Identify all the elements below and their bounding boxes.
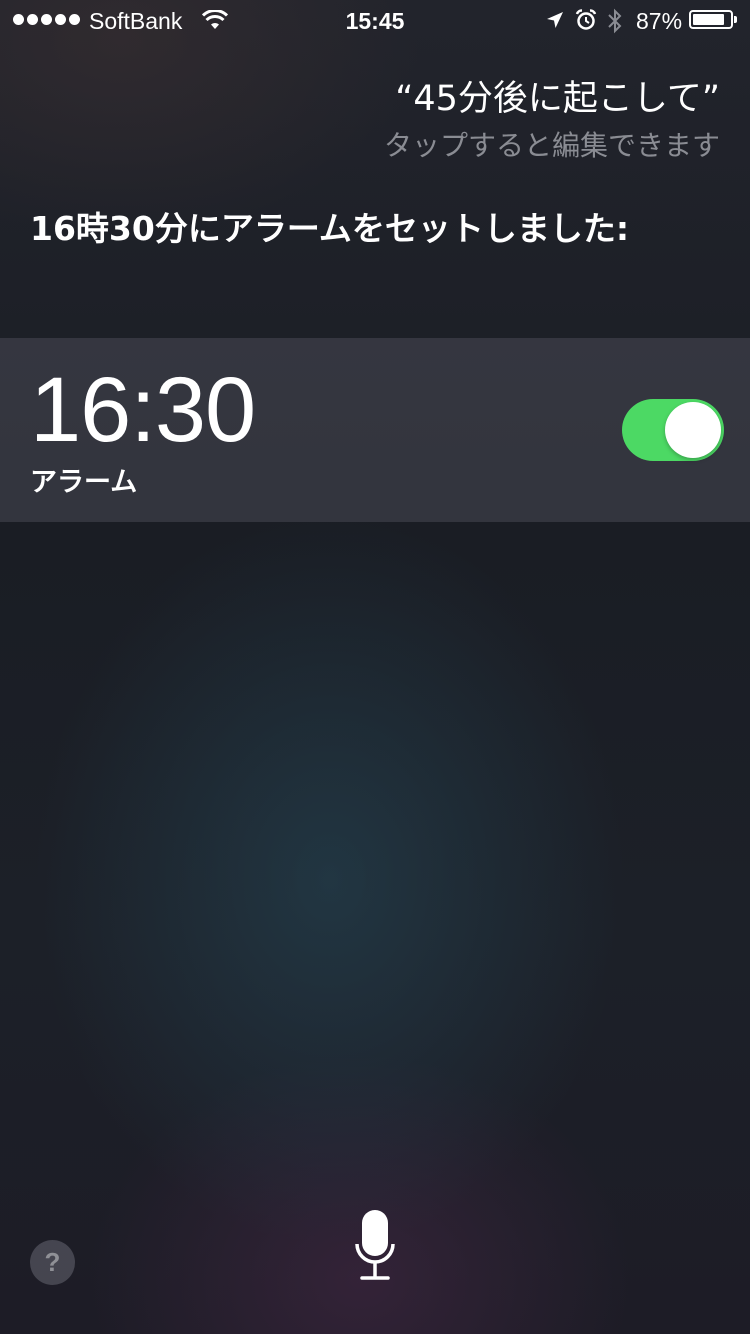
microphone-icon[interactable] [354,1208,396,1282]
siri-query-text[interactable]: “45分後に起こして” [395,70,720,121]
battery-percentage: 87% [636,8,683,34]
bluetooth-icon [607,8,623,40]
siri-background [0,0,750,1334]
alarm-card[interactable]: 16:30 アラーム [0,338,750,522]
alarm-clock-icon [575,9,597,37]
siri-response-text: 16時30分にアラームをセットしました: [30,209,630,248]
battery-icon [689,10,737,29]
tap-to-edit-hint[interactable]: タップすると編集できます [384,124,720,164]
alarm-label: アラーム [30,467,138,498]
location-arrow-icon [545,10,565,36]
toggle-knob [665,402,721,458]
alarm-toggle[interactable] [622,399,724,461]
status-bar: SoftBank 15:45 87% [0,0,750,42]
alarm-time: 16:30 [30,359,256,461]
help-button[interactable]: ? [30,1240,75,1285]
